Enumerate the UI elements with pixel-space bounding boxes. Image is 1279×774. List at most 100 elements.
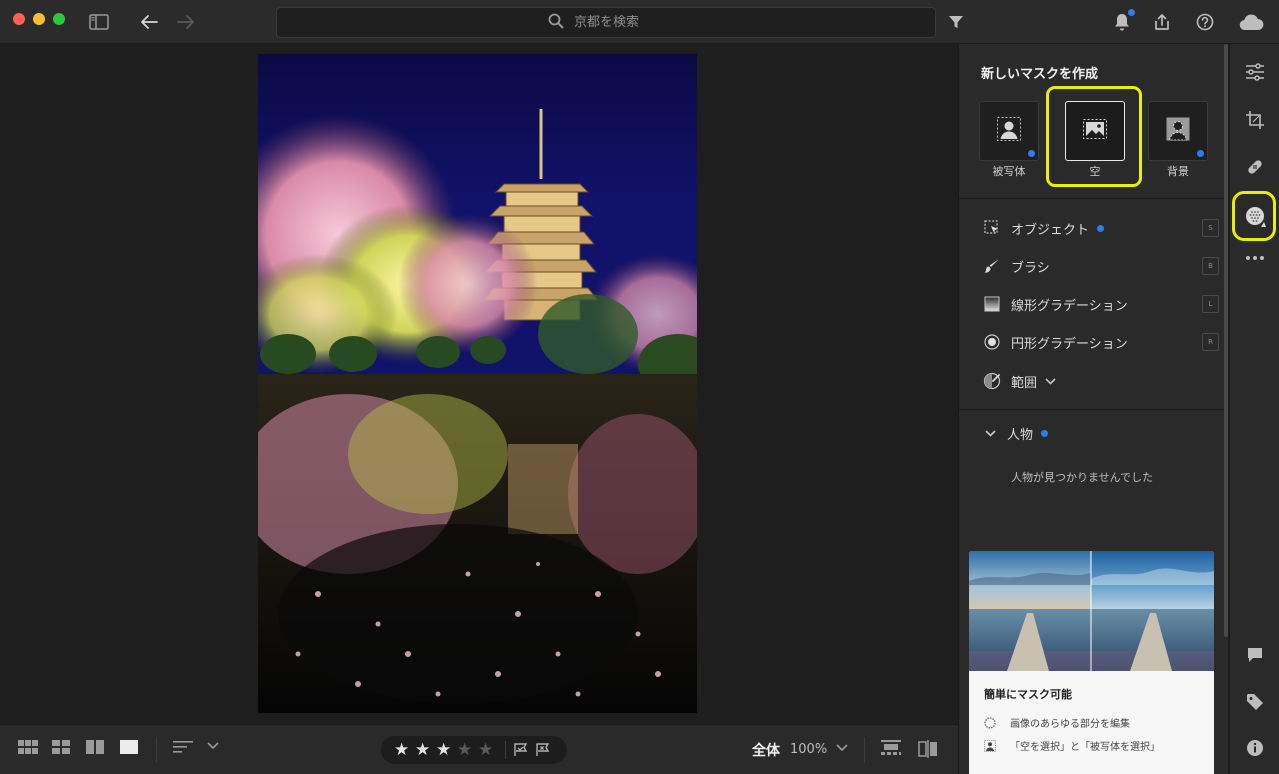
help-icon[interactable] [1191, 8, 1219, 36]
search-box[interactable] [276, 7, 936, 38]
toolbar-divider [156, 737, 157, 763]
mask-sky-label: 空 [1089, 165, 1101, 178]
search-icon [548, 13, 564, 33]
forward-arrow-icon[interactable] [172, 8, 200, 36]
rating-star-5[interactable]: ★ [478, 736, 499, 764]
info-icon[interactable] [1242, 735, 1268, 761]
tool-radial-gradient-label: 円形グラデーション [1011, 336, 1128, 352]
compare-view-icon[interactable] [86, 740, 104, 754]
rating-star-3[interactable]: ★ [436, 736, 457, 764]
rating-star-4[interactable]: ★ [457, 736, 478, 764]
sort-chevron-down-icon[interactable] [207, 742, 219, 750]
mask-background-label: 背景 [1167, 165, 1189, 178]
tool-strip [1229, 44, 1279, 774]
tool-range[interactable]: 範囲 [983, 368, 1219, 394]
people-section-header[interactable]: 人物 [983, 420, 1219, 446]
mask-sky-button[interactable] [1065, 101, 1125, 161]
edit-sliders-icon[interactable] [1242, 59, 1268, 85]
window-maximize-button[interactable] [53, 13, 65, 25]
subject-icon [996, 116, 1022, 146]
search-input[interactable] [574, 15, 664, 30]
zoom-fit-label[interactable]: 全体 [752, 740, 780, 760]
flag-reject-icon[interactable] [536, 743, 550, 757]
shortcut-badge: S [1202, 219, 1219, 237]
panel-scrollbar[interactable] [1224, 44, 1228, 637]
tool-object-label: オブジェクト [1011, 222, 1090, 238]
object-badge-dot [1097, 224, 1105, 232]
tag-icon[interactable] [1242, 689, 1268, 715]
filter-icon[interactable] [942, 8, 970, 36]
toolbar-divider [864, 737, 865, 763]
pill-divider [505, 741, 506, 759]
shortcut-badge: B [1202, 257, 1219, 275]
zoom-value[interactable]: 100% [790, 742, 827, 757]
sidebar-toggle-icon[interactable] [85, 8, 113, 36]
title-bar [0, 0, 1279, 44]
grid-small-icon[interactable] [18, 740, 38, 754]
tip-card-line: 「空を選択」と「被写体を選択」 [984, 738, 1160, 753]
range-icon [983, 372, 1001, 390]
crop-icon[interactable] [1242, 107, 1268, 133]
more-options-icon[interactable] [1242, 245, 1268, 271]
range-chevron-down-icon [1045, 377, 1056, 385]
panel-divider [959, 198, 1225, 199]
tool-linear-gradient[interactable]: 線形グラデーション L [983, 291, 1219, 317]
rating-star-1[interactable]: ★ [394, 736, 415, 764]
masking-icon[interactable] [1242, 203, 1268, 229]
tool-range-label: 範囲 [1011, 375, 1038, 391]
background-icon [1165, 116, 1191, 146]
cloud-icon[interactable] [1236, 8, 1266, 36]
background-badge-dot [1197, 150, 1204, 157]
tool-linear-gradient-label: 線形グラデーション [1011, 298, 1128, 314]
tool-radial-gradient[interactable]: 円形グラデーション R [983, 329, 1219, 355]
comment-icon[interactable] [1242, 642, 1268, 668]
sort-icon[interactable] [173, 740, 193, 754]
people-badge-dot [1041, 429, 1049, 437]
subject-badge-dot [1028, 150, 1035, 157]
photo-canvas [0, 44, 958, 724]
bell-icon[interactable] [1108, 8, 1136, 36]
tip-card-line2-text: 「空を選択」と「被写体を選択」 [1010, 742, 1160, 753]
notification-dot [1128, 9, 1135, 16]
photo-pagoda-night[interactable] [258, 54, 697, 713]
back-arrow-icon[interactable] [135, 8, 163, 36]
healing-bandage-icon[interactable] [1242, 154, 1268, 180]
dotted-circle-icon [984, 716, 996, 729]
brush-icon [983, 257, 1001, 275]
before-after-icon[interactable] [918, 740, 938, 758]
panel-divider [959, 409, 1225, 410]
flag-pick-icon[interactable] [514, 743, 528, 757]
single-view-icon[interactable] [120, 740, 138, 754]
tool-brush[interactable]: ブラシ B [983, 253, 1219, 279]
window-minimize-button[interactable] [33, 13, 45, 25]
object-select-icon [983, 219, 1001, 237]
people-section-label: 人物 [1007, 427, 1034, 443]
mask-background-button[interactable] [1148, 101, 1208, 161]
rating-and-flag-pill: ★ ★ ★ ★ ★ [381, 736, 567, 764]
mask-subject-button[interactable] [979, 101, 1039, 161]
masking-panel: 新しいマスクを作成 被写体 空 背景 オブジェクト S ブラシ B 線形グラデー… [958, 44, 1228, 774]
shortcut-badge: R [1202, 333, 1219, 351]
share-icon[interactable] [1148, 8, 1176, 36]
window-close-button[interactable] [13, 13, 25, 25]
rating-star-2[interactable]: ★ [415, 736, 436, 764]
panel-title: 新しいマスクを作成 [981, 67, 1099, 82]
mask-subject-label: 被写体 [992, 165, 1026, 178]
sky-icon [1082, 118, 1108, 144]
tip-card-line: 画像のあらゆる部分を編集 [984, 715, 1130, 730]
tip-card-title: 簡単にマスク可能 [984, 688, 1072, 701]
tool-brush-label: ブラシ [1011, 260, 1050, 276]
chevron-down-icon [983, 424, 997, 442]
filmstrip-icon[interactable] [881, 740, 901, 756]
person-icon [984, 739, 996, 752]
radial-gradient-icon [983, 333, 1001, 351]
linear-gradient-icon [983, 295, 1001, 313]
grid-medium-icon[interactable] [52, 740, 70, 754]
no-people-message: 人物が見つかりませんでした [1011, 471, 1154, 484]
tool-object[interactable]: オブジェクト S [983, 215, 1219, 241]
shortcut-badge: L [1202, 295, 1219, 313]
zoom-chevron-down-icon[interactable] [836, 744, 848, 752]
tip-card: 簡単にマスク可能 画像のあらゆる部分を編集 「空を選択」と「被写体を選択」 [969, 551, 1214, 774]
tip-card-line1-text: 画像のあらゆる部分を編集 [1010, 719, 1130, 730]
bottom-toolbar: ★ ★ ★ ★ ★ 全体 100% [0, 724, 958, 774]
